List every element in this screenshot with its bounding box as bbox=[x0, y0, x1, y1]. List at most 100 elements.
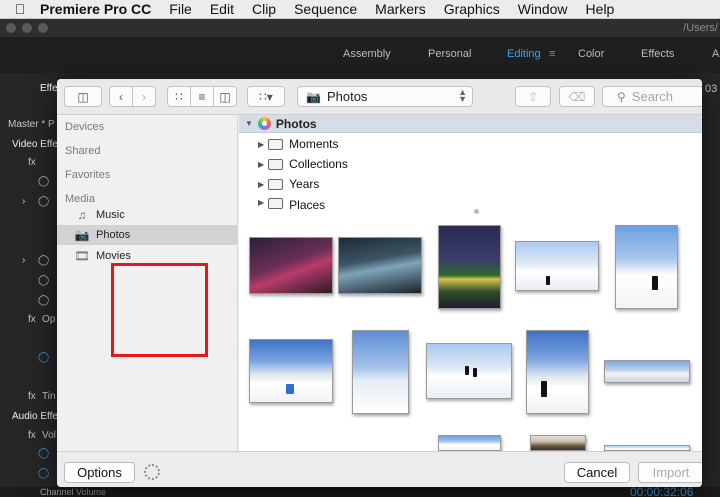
skier-figure bbox=[473, 368, 477, 377]
stopwatch-icon[interactable]: ◯ bbox=[38, 176, 49, 187]
arrange-button[interactable]: ∷▾ bbox=[247, 86, 285, 107]
effect-controls-tab[interactable]: Effe bbox=[40, 83, 58, 94]
import-button[interactable]: Import bbox=[638, 462, 702, 483]
list-icon: ≡ bbox=[198, 89, 206, 104]
split-divider[interactable] bbox=[239, 209, 702, 214]
workspace-tab-color[interactable]: Color bbox=[578, 48, 604, 60]
right-panel-strip: 03 bbox=[702, 73, 720, 497]
stopwatch-active-icon[interactable]: ◯ bbox=[38, 468, 49, 479]
disclosure-closed-icon[interactable]: ▶ bbox=[258, 198, 264, 207]
stopwatch-icon[interactable]: ◯ bbox=[38, 295, 49, 306]
location-popup[interactable]: 📷 Photos ▲ ▼ bbox=[297, 86, 473, 107]
disclosure-closed-icon[interactable]: ▶ bbox=[258, 140, 264, 149]
updown-arrows-icon: ▲ ▼ bbox=[458, 87, 467, 104]
menu-clip[interactable]: Clip bbox=[252, 1, 276, 17]
icon-view-button[interactable]: ∷ bbox=[167, 86, 191, 107]
photo-thumbnail[interactable] bbox=[438, 225, 501, 309]
effect-controls-panel: Effe Master * P Video Effe fx ◯ › ◯ › ◯ … bbox=[0, 73, 58, 497]
expand-arrow-icon[interactable]: › bbox=[22, 196, 25, 207]
menu-markers[interactable]: Markers bbox=[375, 1, 426, 17]
menu-help[interactable]: Help bbox=[586, 1, 615, 17]
workspace-tab-overflow[interactable]: A bbox=[712, 48, 719, 60]
folder-icon bbox=[268, 138, 284, 150]
sidebar-section-favorites[interactable]: Favorites bbox=[65, 169, 110, 181]
back-button[interactable]: ‹ bbox=[109, 86, 133, 107]
forward-button[interactable]: › bbox=[132, 86, 156, 107]
stopwatch-icon[interactable]: ◯ bbox=[38, 275, 49, 286]
tree-root-photos[interactable]: ▼ Photos bbox=[239, 115, 702, 133]
fx-motion-icon[interactable]: fx bbox=[28, 157, 36, 168]
columns-icon: ◫ bbox=[219, 89, 231, 104]
skier-figure bbox=[541, 381, 547, 397]
share-button[interactable]: ⇧ bbox=[515, 86, 551, 107]
window-titlebar: /Users/ bbox=[0, 19, 720, 37]
workspace-tab-personal[interactable]: Personal bbox=[428, 48, 471, 60]
minimize-window-icon[interactable] bbox=[22, 23, 32, 33]
photo-thumbnail[interactable] bbox=[615, 225, 678, 309]
app-menu[interactable]: Premiere Pro CC bbox=[40, 1, 151, 17]
camera-icon: 📷 bbox=[74, 228, 90, 242]
fx-time-icon[interactable]: fx bbox=[28, 391, 36, 402]
expand-arrow-icon[interactable]: › bbox=[22, 255, 25, 266]
time-remapping-label: Tin bbox=[42, 391, 56, 402]
photo-thumbnail[interactable] bbox=[249, 339, 333, 403]
sidebar-section-devices[interactable]: Devices bbox=[65, 121, 104, 133]
photo-thumbnail[interactable] bbox=[338, 237, 422, 294]
photo-thumbnail[interactable] bbox=[352, 330, 409, 414]
fx-volume-icon[interactable]: fx bbox=[28, 430, 36, 441]
sidebar-item-music[interactable]: ♫ Music bbox=[57, 205, 237, 225]
workspace-tab-effects[interactable]: Effects bbox=[641, 48, 674, 60]
stopwatch-active-icon[interactable]: ◯ bbox=[38, 352, 49, 363]
tree-item-places[interactable]: ▶ Places bbox=[258, 194, 325, 209]
workspace-menu-icon[interactable]: ≡ bbox=[549, 48, 555, 60]
tree-item-moments[interactable]: ▶ Moments bbox=[258, 134, 339, 154]
disclosure-closed-icon[interactable]: ▶ bbox=[258, 160, 264, 169]
column-view-button[interactable]: ◫ bbox=[213, 86, 237, 107]
dialog-footer: Options Cancel Import bbox=[57, 451, 702, 487]
project-path: /Users/ bbox=[683, 22, 718, 34]
close-window-icon[interactable] bbox=[6, 23, 16, 33]
menu-graphics[interactable]: Graphics bbox=[444, 1, 500, 17]
search-field[interactable]: ⚲ Search bbox=[602, 86, 702, 107]
tree-item-years[interactable]: ▶ Years bbox=[258, 174, 319, 194]
sidebar-section-media: Media bbox=[65, 193, 95, 205]
disclosure-closed-icon[interactable]: ▶ bbox=[258, 180, 264, 189]
workspace-tab-assembly[interactable]: Assembly bbox=[343, 48, 391, 60]
tree-item-collections[interactable]: ▶ Collections bbox=[258, 154, 348, 174]
right-panel-text: 03 bbox=[705, 83, 718, 95]
dialog-toolbar: ◫ ‹ › ∷ ≡ ◫ ∷▾ 📷 Photos ▲ ▼ ⇧ ⌫ ⚲ Search bbox=[57, 79, 702, 115]
menu-window[interactable]: Window bbox=[518, 1, 568, 17]
search-placeholder: Search bbox=[631, 89, 673, 104]
zoom-window-icon[interactable] bbox=[38, 23, 48, 33]
grid-icon: ∷ bbox=[175, 89, 183, 104]
cancel-button[interactable]: Cancel bbox=[564, 462, 630, 483]
menu-file[interactable]: File bbox=[169, 1, 192, 17]
fx-opacity-icon[interactable]: fx bbox=[28, 314, 36, 325]
photo-thumbnail[interactable] bbox=[426, 343, 512, 399]
menu-sequence[interactable]: Sequence bbox=[294, 1, 357, 17]
options-button[interactable]: Options bbox=[64, 462, 135, 483]
photo-thumbnail[interactable] bbox=[604, 360, 690, 383]
tag-button[interactable]: ⌫ bbox=[559, 86, 595, 107]
menu-bar:  Premiere Pro CC File Edit Clip Sequenc… bbox=[0, 0, 720, 19]
stopwatch-active-icon[interactable]: ◯ bbox=[38, 448, 49, 459]
photo-thumbnail[interactable] bbox=[526, 330, 589, 414]
sidebar-section-shared[interactable]: Shared bbox=[65, 145, 100, 157]
photo-thumbnail[interactable] bbox=[530, 435, 586, 451]
menu-edit[interactable]: Edit bbox=[210, 1, 234, 17]
photo-thumbnail[interactable] bbox=[515, 241, 599, 291]
disclosure-open-icon[interactable]: ▼ bbox=[245, 119, 253, 128]
sidebar-icon: ◫ bbox=[77, 89, 89, 104]
tree-item-label: Collections bbox=[289, 157, 348, 171]
apple-menu-icon[interactable]:  bbox=[0, 1, 40, 17]
workspace-tab-editing[interactable]: Editing bbox=[507, 48, 541, 60]
sidebar-item-photos[interactable]: 📷 Photos bbox=[57, 225, 237, 245]
list-view-button[interactable]: ≡ bbox=[190, 86, 214, 107]
photo-thumbnail[interactable] bbox=[249, 237, 333, 294]
stopwatch-icon[interactable]: ◯ bbox=[38, 196, 49, 207]
toggle-sidebar-button[interactable]: ◫ bbox=[64, 86, 102, 107]
volume-label: Vol bbox=[42, 430, 56, 441]
photo-thumbnail[interactable] bbox=[438, 435, 501, 451]
split-handle-icon[interactable] bbox=[474, 209, 479, 214]
stopwatch-icon[interactable]: ◯ bbox=[38, 255, 49, 266]
